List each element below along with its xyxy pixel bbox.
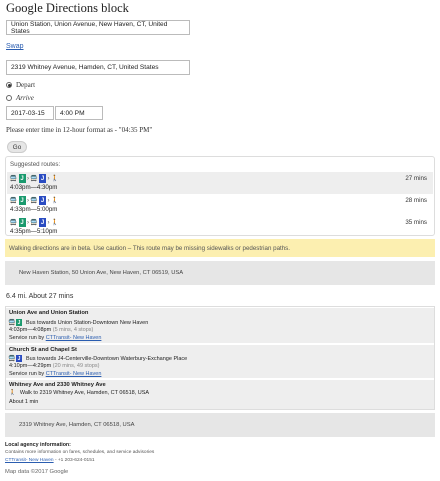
agency-link[interactable]: CTTransit- New Haven <box>46 371 102 377</box>
line-badge: J <box>18 174 26 183</box>
time-input[interactable]: 4:00 PM <box>55 106 103 120</box>
time-format-hint: Please enter time in 12-hour format as -… <box>6 126 153 134</box>
agency-contact-line: CTTransit- New Haven - +1 203-624-0151 <box>5 458 95 463</box>
transit-step: Union Ave and Union Station 🚍 J Bus towa… <box>6 308 434 343</box>
suggested-routes-heading: Suggested routes: <box>10 161 61 168</box>
service-prefix: Service run by <box>9 335 45 341</box>
route-times: 4:33pm—5:00pm <box>10 206 58 213</box>
route-icons: 🚍 J › 🚍 J › 🚶 <box>10 196 60 205</box>
service-prefix: Service run by <box>9 371 45 377</box>
transit-step: Church St and Chapel St 🚍 J Bus towards … <box>6 345 434 378</box>
walk-icon: 🚶 <box>9 390 16 396</box>
step-title: Whitney Ave and 2330 Whitney Ave <box>9 382 106 388</box>
agency-phone: - +1 203-624-0151 <box>53 458 95 463</box>
route-duration: 28 mins <box>405 197 427 204</box>
line-badge: J <box>18 218 26 227</box>
step-title: Church St and Chapel St <box>9 347 77 353</box>
origin-input[interactable]: Union Station, Union Avenue, New Haven, … <box>6 20 190 35</box>
date-input[interactable]: 2017-03-15 <box>6 106 54 120</box>
step-time: 4:10pm—4:29pm <box>9 363 52 369</box>
route-times: 4:03pm—4:30pm <box>10 184 58 191</box>
depart-radio[interactable] <box>6 82 12 88</box>
step-extra: (20 mins, 49 stops) <box>52 363 100 369</box>
route-duration: 27 mins <box>405 175 427 182</box>
arrive-radio[interactable] <box>6 95 12 101</box>
route-times: 4:35pm—5:10pm <box>10 228 58 235</box>
line-badge: J <box>39 196 46 205</box>
chevron-right-icon: › <box>27 175 29 182</box>
walk-icon: 🚶 <box>51 198 59 204</box>
bus-icon: 🚍 <box>9 220 18 226</box>
route-option[interactable]: 🚍 J › 🚍 J › 🚶 4:03pm—4:30pm 27 mins <box>7 172 433 194</box>
origin-address-box: New Haven Station, 50 Union Ave, New Hav… <box>5 261 435 285</box>
map-data-attribution: Map data ©2017 Google <box>5 469 69 475</box>
chevron-right-icon: › <box>47 197 50 204</box>
trip-summary: 6.4 mi. About 27 mins <box>6 293 74 300</box>
bus-icon: 🚍 <box>9 176 18 182</box>
suggested-routes-panel: Suggested routes: 🚍 J › 🚍 J › 🚶 4:03pm—4… <box>5 156 435 236</box>
line-badge: J <box>16 355 22 362</box>
depart-label: Depart <box>16 81 36 89</box>
swap-link[interactable]: Swap <box>6 43 24 50</box>
bus-icon: 🚍 <box>30 176 38 182</box>
step-detail: Bus towards J4-Centerville-Downtown Wate… <box>26 355 188 362</box>
chevron-right-icon: › <box>47 175 50 182</box>
route-icons: 🚍 J › 🚍 J › 🚶 <box>10 174 60 183</box>
bus-icon: 🚍 <box>8 320 16 326</box>
walk-icon: 🚶 <box>51 220 59 226</box>
agency-info-title: Local agency information: <box>5 442 71 448</box>
arrive-label: Arrive <box>16 94 34 102</box>
step-detail-line: 🚍 J Bus towards Union Station-Downtown N… <box>8 319 149 326</box>
bus-icon: 🚍 <box>8 356 16 362</box>
agency-link[interactable]: CTTransit- New Haven <box>46 335 102 341</box>
page-title: Google Directions block <box>6 1 129 15</box>
walking-warning: Walking directions are in beta. Use caut… <box>5 239 435 257</box>
walk-step: Whitney Ave and 2330 Whitney Ave 🚶 Walk … <box>6 380 434 409</box>
route-duration: 35 mins <box>405 219 427 226</box>
steps-panel: Union Ave and Union Station 🚍 J Bus towa… <box>5 306 435 410</box>
chevron-right-icon: › <box>27 219 29 226</box>
line-badge: J <box>39 174 46 183</box>
go-button[interactable]: Go <box>7 141 27 153</box>
agency-link[interactable]: CTTransit- New Haven <box>5 458 54 463</box>
step-detail-line: 🚍 J Bus towards J4-Centerville-Downtown … <box>8 355 188 362</box>
line-badge: J <box>39 218 46 227</box>
arrive-radio-row[interactable]: Arrive <box>6 94 34 102</box>
route-icons: 🚍 J › 🚍 J › 🚶 <box>10 218 60 227</box>
chevron-right-icon: › <box>27 197 29 204</box>
chevron-right-icon: › <box>47 219 50 226</box>
line-badge: J <box>16 319 22 326</box>
step-time: 4:03pm—4:08pm <box>9 327 52 333</box>
step-time-line: 4:03pm—4:08pm (5 mins, 4 stops) <box>9 327 93 333</box>
step-time: About 1 min <box>9 399 39 405</box>
step-detail: Bus towards Union Station-Downtown New H… <box>26 319 149 326</box>
step-time-line: 4:10pm—4:29pm (20 mins, 49 stops) <box>9 363 100 369</box>
line-badge: J <box>18 196 26 205</box>
service-line: Service run by CTTransit- New Haven <box>9 335 101 341</box>
step-detail: Walk to 2319 Whitney Ave, Hamden, CT 065… <box>19 390 150 396</box>
step-detail-line: 🚶 Walk to 2319 Whitney Ave, Hamden, CT 0… <box>9 390 149 396</box>
route-option[interactable]: 🚍 J › 🚍 J › 🚶 4:33pm—5:00pm 28 mins <box>7 194 433 216</box>
depart-radio-row[interactable]: Depart <box>6 81 35 89</box>
step-extra: (5 mins, 4 stops) <box>52 327 94 333</box>
bus-icon: 🚍 <box>30 220 38 226</box>
walk-icon: 🚶 <box>51 176 59 182</box>
bus-icon: 🚍 <box>9 198 18 204</box>
destination-address-box: 2319 Whitney Ave, Hamden, CT 06518, USA <box>5 413 435 437</box>
step-title: Union Ave and Union Station <box>9 310 89 316</box>
destination-input[interactable]: 2319 Whitney Avenue, Hamden, CT, United … <box>6 60 190 75</box>
agency-info-text: Contains more information on fares, sche… <box>5 450 155 455</box>
route-option[interactable]: 🚍 J › 🚍 J › 🚶 4:35pm—5:10pm 35 mins <box>7 216 433 238</box>
bus-icon: 🚍 <box>30 198 38 204</box>
service-line: Service run by CTTransit- New Haven <box>9 371 101 377</box>
